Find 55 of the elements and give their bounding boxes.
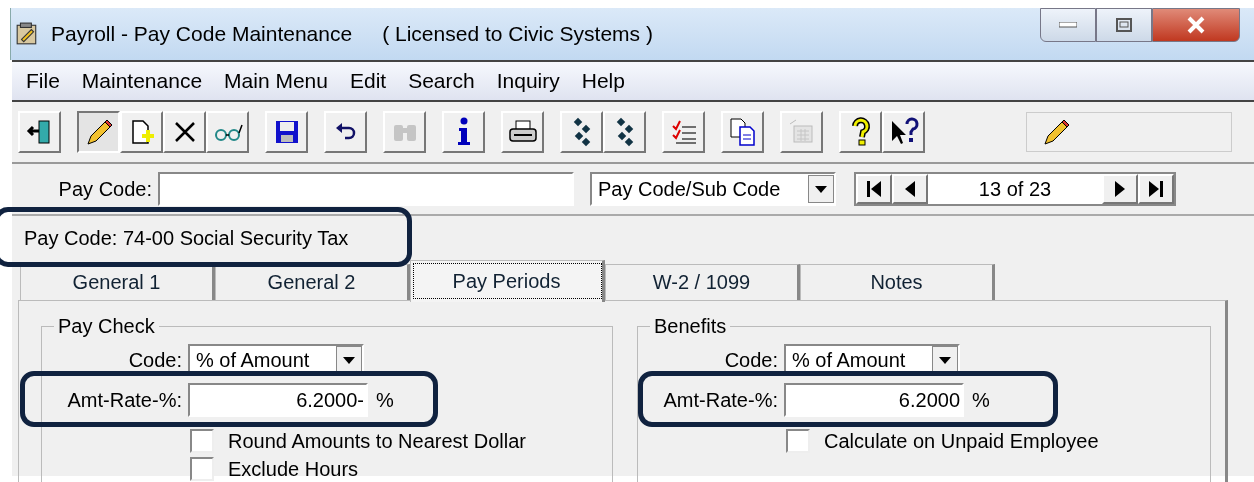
first-icon	[866, 180, 882, 198]
menu-item[interactable]: Main Menu	[224, 69, 328, 93]
minimize-icon	[1059, 22, 1077, 28]
menu-item[interactable]: Edit	[350, 69, 387, 93]
group-title: Pay Check	[57, 315, 156, 338]
menu-item[interactable]: Help	[581, 69, 625, 93]
current-record-text: Pay Code: 74-00 Social Security Tax	[24, 226, 349, 250]
unit-label: %	[376, 388, 394, 412]
menu-item[interactable]: Inquiry	[496, 69, 560, 93]
rate-field[interactable]: 6.2000	[784, 383, 964, 417]
field-label: Pay Code:	[57, 177, 152, 201]
menu-item[interactable]: Search	[408, 69, 475, 93]
field-label: Code:	[127, 348, 182, 372]
close-icon	[1186, 16, 1206, 34]
last-record-button[interactable]	[1138, 174, 1174, 204]
checkbox[interactable]	[786, 429, 810, 453]
maximize-icon	[1116, 18, 1132, 32]
toolbar-button[interactable]	[77, 111, 120, 153]
group-title: Benefits	[653, 315, 728, 338]
window-title: Payroll - Pay Code Maintenance	[51, 22, 353, 46]
next-record-button[interactable]	[1102, 174, 1138, 204]
record-counter: 13 of 23	[977, 177, 1053, 202]
close-button[interactable]	[1152, 8, 1240, 42]
next-icon	[1114, 180, 1126, 198]
field-label: Amt-Rate-%:	[662, 388, 778, 412]
maximize-button[interactable]	[1096, 8, 1152, 42]
checklist-icon	[669, 118, 698, 146]
previous-record-button[interactable]	[892, 174, 928, 204]
checkbox-label: Exclude Hours	[228, 457, 359, 481]
first-record-button[interactable]	[856, 174, 892, 204]
checkbox[interactable]	[190, 457, 214, 481]
calendar-grid-icon	[787, 118, 816, 146]
field-label: Code:	[723, 348, 778, 372]
clipboard-pencil-icon	[15, 22, 39, 46]
checkbox[interactable]	[190, 429, 214, 453]
last-icon	[1148, 180, 1164, 198]
unit-label: %	[972, 388, 990, 412]
pay-code-field[interactable]	[158, 172, 574, 206]
tab[interactable]: W-2 / 1099	[605, 264, 800, 300]
menu-item[interactable]: File	[26, 69, 60, 93]
tab[interactable]: Pay Periods	[410, 260, 605, 302]
pencil-icon	[1041, 117, 1071, 147]
tab[interactable]: Notes	[800, 264, 995, 300]
checkbox-label: Calculate on Unpaid Employee	[824, 429, 1099, 453]
menu-item[interactable]: Maintenance	[81, 69, 203, 93]
printer-icon	[507, 119, 538, 145]
sort-dropdown[interactable]: Pay Code/Sub Code	[590, 172, 836, 206]
previous-icon	[904, 180, 916, 198]
field-label: Amt-Rate-%:	[66, 388, 182, 412]
minimize-button[interactable]	[1040, 8, 1096, 42]
rate-field[interactable]: 6.2000-	[188, 383, 368, 417]
license-text: ( Licensed to Civic Systems )	[382, 22, 653, 46]
checkbox-label: Round Amounts to Nearest Dollar	[228, 429, 526, 453]
copy-icon	[728, 117, 757, 147]
question-mark-icon	[850, 117, 871, 147]
